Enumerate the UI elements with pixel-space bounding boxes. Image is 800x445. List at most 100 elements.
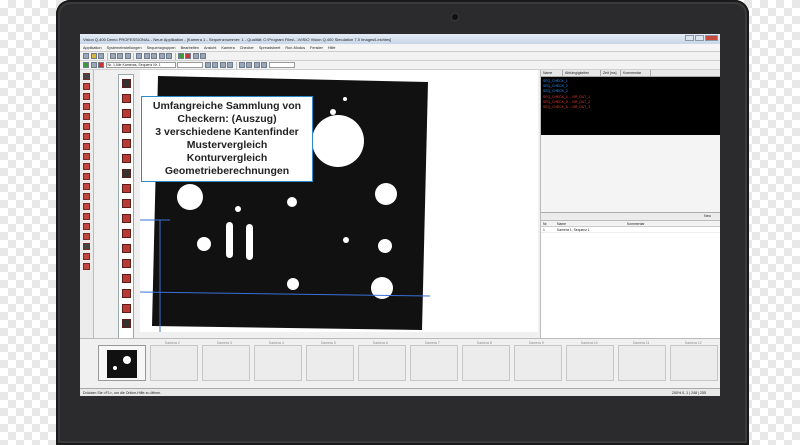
menu-checker[interactable]: Checker bbox=[240, 46, 254, 50]
tool-7-icon[interactable] bbox=[83, 143, 90, 150]
checker-5-icon[interactable] bbox=[121, 154, 131, 163]
tool-18-icon[interactable] bbox=[83, 253, 90, 260]
menu-fenster[interactable]: Fenster bbox=[310, 46, 323, 50]
zoom-out-icon[interactable] bbox=[166, 53, 172, 59]
menu-hilfe[interactable]: Hilfe bbox=[328, 46, 336, 50]
tool-3-icon[interactable] bbox=[83, 103, 90, 110]
tool-6-icon[interactable] bbox=[83, 133, 90, 140]
save-icon[interactable] bbox=[98, 53, 104, 59]
tool-19-icon[interactable] bbox=[83, 263, 90, 270]
checker-13-icon[interactable] bbox=[121, 274, 131, 283]
checker-11-icon[interactable] bbox=[121, 244, 131, 253]
zoom-in-icon[interactable] bbox=[158, 53, 165, 59]
col-checker-comment[interactable]: Kommentar bbox=[625, 221, 645, 226]
checker-3-icon[interactable] bbox=[121, 124, 131, 133]
menu-systemeinstellungen[interactable]: Systemeinstellungen bbox=[107, 46, 142, 50]
new-button[interactable]: Neu bbox=[704, 214, 711, 218]
col-name[interactable]: Name bbox=[541, 70, 563, 76]
camera-thumb-7[interactable]: Kamera 7 bbox=[410, 341, 458, 381]
checker-15-icon[interactable] bbox=[121, 304, 131, 313]
magnify-icon[interactable] bbox=[246, 62, 252, 68]
camera-icon[interactable] bbox=[136, 53, 142, 59]
tool-17-icon[interactable] bbox=[83, 243, 90, 250]
checker-14-icon[interactable] bbox=[121, 289, 131, 298]
pause-icon[interactable] bbox=[90, 62, 97, 68]
new-icon[interactable] bbox=[83, 53, 89, 59]
col-time[interactable]: Zeit [ms] bbox=[601, 70, 621, 76]
run-icon[interactable] bbox=[177, 53, 184, 59]
menu-ansicht[interactable]: Ansicht bbox=[204, 46, 216, 50]
menu-kamera[interactable]: Kamera bbox=[221, 46, 234, 50]
tool-12-icon[interactable] bbox=[83, 193, 90, 200]
col-checker-name[interactable]: Name bbox=[555, 221, 625, 226]
pointer-icon[interactable] bbox=[219, 62, 226, 68]
fit-icon[interactable] bbox=[238, 62, 245, 68]
menu-spreadsheet[interactable]: Spreadsheet bbox=[259, 46, 281, 50]
image-tool-icon[interactable] bbox=[204, 62, 211, 68]
checker-2-icon[interactable] bbox=[121, 109, 131, 118]
tool-9-icon[interactable] bbox=[83, 163, 90, 170]
tool-8-icon[interactable] bbox=[83, 153, 90, 160]
play-icon[interactable] bbox=[83, 62, 89, 68]
stop-icon[interactable] bbox=[185, 53, 191, 59]
tool-1-icon[interactable] bbox=[83, 83, 90, 90]
record-icon[interactable] bbox=[98, 62, 104, 68]
menu-sequenzgruppen[interactable]: Sequenzgruppen bbox=[147, 46, 176, 50]
open-icon[interactable] bbox=[90, 53, 97, 59]
checker-home-icon[interactable] bbox=[121, 79, 131, 88]
checker-9-icon[interactable] bbox=[121, 214, 131, 223]
overlay-icon[interactable] bbox=[253, 62, 260, 68]
sequence-selector[interactable]: Nr. 1 Alle Kameras, Sequenz Nr. 1 bbox=[105, 62, 176, 68]
camera-thumb-1[interactable] bbox=[98, 345, 146, 381]
col-nr[interactable]: Nr. bbox=[541, 221, 555, 226]
checker-4-icon[interactable] bbox=[121, 139, 131, 148]
minimize-button[interactable] bbox=[685, 35, 694, 41]
checker-10-icon[interactable] bbox=[121, 229, 131, 238]
camera-thumb-8[interactable]: Kamera 8 bbox=[462, 341, 510, 381]
tool-15-icon[interactable] bbox=[83, 223, 90, 230]
camera-thumb-4[interactable]: Kamera 4 bbox=[254, 341, 302, 381]
menu-run-modus[interactable]: Run-Modus bbox=[285, 46, 305, 50]
tool-14-icon[interactable] bbox=[83, 213, 90, 220]
menu-applikation[interactable]: Applikation bbox=[83, 46, 102, 50]
col-comment[interactable]: Kommentar bbox=[621, 70, 651, 76]
camera-thumb-11[interactable]: Kamera 11 bbox=[618, 341, 666, 381]
copy-icon[interactable] bbox=[117, 53, 123, 59]
grid-icon[interactable] bbox=[151, 53, 157, 59]
secondary-field[interactable] bbox=[177, 62, 203, 68]
edge-finder-icon[interactable] bbox=[121, 94, 131, 103]
checker-6-icon[interactable] bbox=[121, 169, 131, 178]
tool-16-icon[interactable] bbox=[83, 233, 90, 240]
paste-icon[interactable] bbox=[124, 53, 131, 59]
tool-4-icon[interactable] bbox=[83, 113, 90, 120]
settings-icon[interactable] bbox=[192, 53, 199, 59]
help-icon[interactable] bbox=[200, 53, 206, 59]
tool-13-icon[interactable] bbox=[83, 203, 90, 210]
checker-7-icon[interactable] bbox=[121, 184, 131, 193]
cut-icon[interactable] bbox=[109, 53, 116, 59]
image-icon[interactable] bbox=[143, 53, 150, 59]
chart-icon[interactable] bbox=[261, 62, 267, 68]
hand-icon[interactable] bbox=[227, 62, 233, 68]
close-button[interactable] bbox=[705, 35, 718, 41]
camera-thumb-10[interactable]: Kamera 10 bbox=[566, 341, 614, 381]
tool-2-icon[interactable] bbox=[83, 93, 90, 100]
home-icon[interactable] bbox=[83, 73, 90, 80]
checker-12-icon[interactable] bbox=[121, 259, 131, 268]
measure-icon[interactable] bbox=[212, 62, 218, 68]
zoom-field[interactable] bbox=[268, 62, 295, 68]
tool-11-icon[interactable] bbox=[83, 183, 90, 190]
camera-thumb-5[interactable]: Kamera 5 bbox=[306, 341, 354, 381]
checker-8-icon[interactable] bbox=[121, 199, 131, 208]
col-dependencies[interactable]: Abhängigkeiten bbox=[563, 70, 601, 76]
camera-thumb-12[interactable]: Kamera 12 bbox=[670, 341, 718, 381]
camera-thumb-2[interactable]: Kamera 2 bbox=[150, 341, 198, 381]
tool-10-icon[interactable] bbox=[83, 173, 90, 180]
checker-row[interactable]: 1 Kamera 1, Sequenz 1 bbox=[541, 227, 720, 233]
camera-thumb-9[interactable]: Kamera 9 bbox=[514, 341, 562, 381]
camera-thumb-6[interactable]: Kamera 6 bbox=[358, 341, 406, 381]
checker-16-icon[interactable] bbox=[121, 319, 131, 328]
maximize-button[interactable] bbox=[695, 35, 704, 41]
camera-thumb-3[interactable]: Kamera 3 bbox=[202, 341, 250, 381]
menu-bearbeiten[interactable]: Bearbeiten bbox=[181, 46, 199, 50]
